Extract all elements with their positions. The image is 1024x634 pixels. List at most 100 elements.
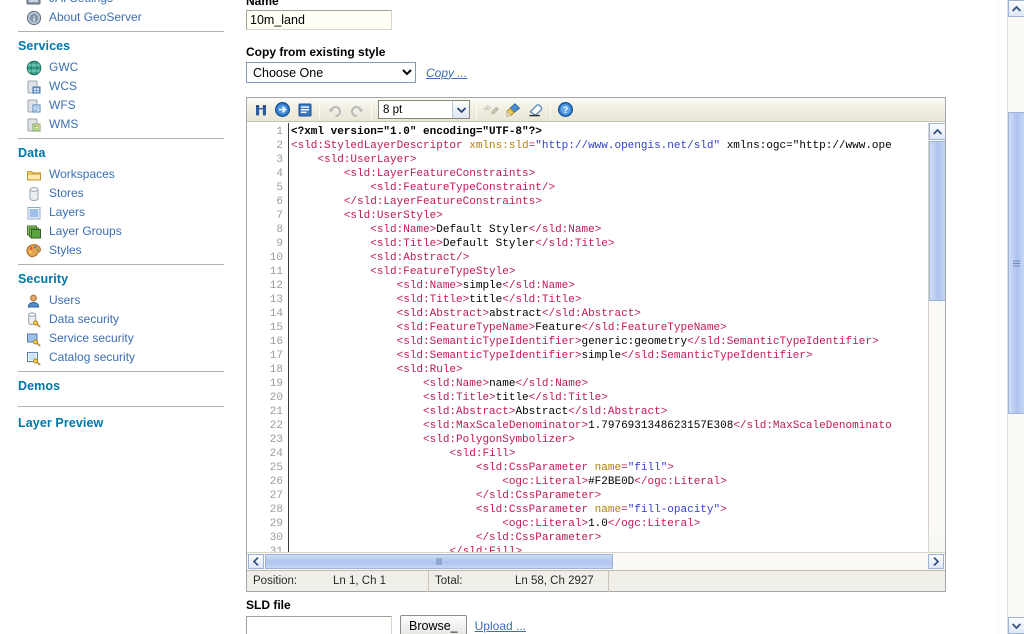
sidebar-header-layer-preview[interactable]: Layer Preview [18, 407, 224, 435]
page-scroll-thumb[interactable] [1008, 112, 1024, 414]
code-line[interactable]: <ogc:Literal>#F2BE0D</ogc:Literal> [291, 475, 921, 489]
code-line[interactable]: <sld:Abstract/> [291, 251, 921, 265]
code-line[interactable]: <sld:PolygonSymbolizer> [291, 433, 921, 447]
status-position: Position: Ln 1, Ch 1 [247, 571, 429, 592]
help-icon[interactable]: ? [555, 100, 576, 120]
code-line[interactable]: <sld:Abstract>abstract</sld:Abstract> [291, 307, 921, 321]
format-document-icon[interactable] [294, 100, 315, 120]
code-line[interactable]: <ogc:Literal>1.0</ogc:Literal> [291, 517, 921, 531]
editor-vscroll-thumb[interactable] [929, 141, 945, 301]
goto-line-icon[interactable] [272, 100, 293, 120]
code-editor-area[interactable]: 1234567891011121314151617181920212223242… [247, 122, 945, 552]
scroll-up-button[interactable] [929, 123, 945, 140]
sidebar-item-styles[interactable]: Styles [18, 241, 224, 260]
code-line[interactable]: <sld:LayerFeatureConstraints> [291, 167, 921, 181]
sidebar-item-service-security[interactable]: Service security [18, 329, 224, 348]
line-number: 18 [247, 363, 288, 377]
page-scroll-down-button[interactable] [1008, 617, 1024, 634]
line-number: 26 [247, 475, 288, 489]
code-line[interactable]: <sld:Title>title</sld:Title> [291, 293, 921, 307]
sidebar-item-wms[interactable]: WMS [18, 115, 224, 134]
sidebar-item-jai-settings[interactable]: JAI Settings [18, 0, 224, 8]
eraser-icon[interactable] [525, 100, 546, 120]
code-line[interactable]: <sld:Abstract>Abstract</sld:Abstract> [291, 405, 921, 419]
sidebar-item-about-geoserver[interactable]: i About GeoServer [18, 8, 224, 27]
about-icon: i [26, 10, 42, 26]
code-line[interactable]: </sld:LayerFeatureConstraints> [291, 195, 921, 209]
catalog-key-icon [26, 350, 42, 366]
code-line[interactable]: <sld:UserStyle> [291, 209, 921, 223]
undo-icon[interactable] [324, 100, 345, 120]
code-line[interactable]: <sld:SemanticTypeIdentifier>generic:geom… [291, 335, 921, 349]
line-number: 4 [247, 167, 288, 181]
code-line[interactable]: <sld:Title>Default Styler</sld:Title> [291, 237, 921, 251]
code-line[interactable]: <sld:Fill> [291, 447, 921, 461]
code-line[interactable]: <sld:Name>Default Styler</sld:Name> [291, 223, 921, 237]
code-line[interactable]: <sld:SemanticTypeIdentifier>simple</sld:… [291, 349, 921, 363]
sidebar-header-data: Data [18, 139, 224, 165]
sidebar-header-demos[interactable]: Demos [18, 372, 224, 402]
code-line[interactable]: <sld:Name>name</sld:Name> [291, 377, 921, 391]
code-line[interactable]: <?xml version="1.0" encoding="UTF-8"?> [291, 125, 921, 139]
svg-text:?: ? [563, 105, 569, 115]
sidebar-item-gwc[interactable]: GWC [18, 58, 224, 77]
sidebar-item-catalog-security[interactable]: Catalog security [18, 348, 224, 367]
globe-icon [26, 60, 42, 76]
sidebar-group-demos: Demos [18, 372, 224, 407]
sld-file-label: SLD file [246, 598, 766, 612]
user-icon [26, 293, 42, 309]
sidebar-item-data-security[interactable]: Data security [18, 310, 224, 329]
copy-link[interactable]: Copy ... [426, 66, 467, 80]
code-line[interactable]: <sld:Name>simple</sld:Name> [291, 279, 921, 293]
spellcheck-icon[interactable]: ab [481, 100, 502, 120]
code-line[interactable]: </sld:CssParameter> [291, 489, 921, 503]
sidebar-item-wcs[interactable]: WCS [18, 77, 224, 96]
sidebar-item-layer-groups[interactable]: Layer Groups [18, 222, 224, 241]
layer-icon [26, 205, 42, 221]
code-line[interactable]: <sld:FeatureTypeConstraint/> [291, 181, 921, 195]
sidebar-item-workspaces[interactable]: Workspaces [18, 165, 224, 184]
code-line[interactable]: <sld:FeatureTypeStyle> [291, 265, 921, 279]
code-line[interactable]: <sld:StyledLayerDescriptor xmlns:sld="ht… [291, 139, 921, 153]
code-line[interactable]: <sld:CssParameter name="fill-opacity"> [291, 503, 921, 517]
code-line[interactable]: <sld:Title>title</sld:Title> [291, 391, 921, 405]
browser-vertical-scrollbar[interactable] [1007, 0, 1024, 634]
code-line[interactable]: <sld:Rule> [291, 363, 921, 377]
code-line[interactable]: <sld:FeatureTypeName>Feature</sld:Featur… [291, 321, 921, 335]
editor-horizontal-scrollbar[interactable] [247, 552, 945, 570]
geoserver-style-editor-page: JAI Settings i About GeoServer Services [0, 0, 1024, 634]
sidebar-item-label: About GeoServer [49, 8, 142, 27]
highlight-brush-icon[interactable] [503, 100, 524, 120]
copy-from-existing-style-select[interactable]: Choose One [246, 62, 416, 83]
scroll-right-button[interactable] [928, 554, 944, 569]
wcs-icon [26, 79, 42, 95]
sidebar-item-wfs[interactable]: WFS [18, 96, 224, 115]
font-size-select[interactable]: 8 pt [378, 100, 470, 119]
scroll-left-button[interactable] [248, 554, 264, 569]
editor-vertical-scrollbar[interactable] [928, 123, 945, 552]
code-line[interactable]: </sld:Fill> [291, 545, 921, 552]
sld-file-input[interactable] [246, 616, 392, 634]
toolbar-separator [550, 101, 551, 118]
page-scroll-up-button[interactable] [1008, 0, 1024, 17]
sidebar-item-layers[interactable]: Layers [18, 203, 224, 222]
style-name-input[interactable] [246, 10, 392, 30]
editor-hscroll-thumb[interactable] [265, 554, 613, 569]
editor-vscroll-track[interactable] [929, 303, 945, 535]
line-number: 29 [247, 517, 288, 531]
code-line[interactable]: <sld:CssParameter name="fill"> [291, 461, 921, 475]
chevron-down-icon[interactable] [452, 101, 469, 118]
browse-button[interactable]: Browse_ [400, 615, 467, 634]
toolbar-separator [319, 101, 320, 118]
sidebar-item-stores[interactable]: Stores [18, 184, 224, 203]
redo-icon[interactable] [346, 100, 367, 120]
code-lines[interactable]: <?xml version="1.0" encoding="UTF-8"?><s… [291, 123, 921, 552]
code-line[interactable]: <sld:UserLayer> [291, 153, 921, 167]
binoculars-find-icon[interactable] [250, 100, 271, 120]
code-line[interactable]: <sld:MaxScaleDenominator>1.7976931348623… [291, 419, 921, 433]
upload-link[interactable]: Upload ... [475, 619, 526, 633]
sidebar-item-users[interactable]: Users [18, 291, 224, 310]
sidebar-item-label: Layer Groups [49, 222, 122, 241]
code-line[interactable]: </sld:CssParameter> [291, 531, 921, 545]
sidebar-item-label: Stores [49, 184, 84, 203]
